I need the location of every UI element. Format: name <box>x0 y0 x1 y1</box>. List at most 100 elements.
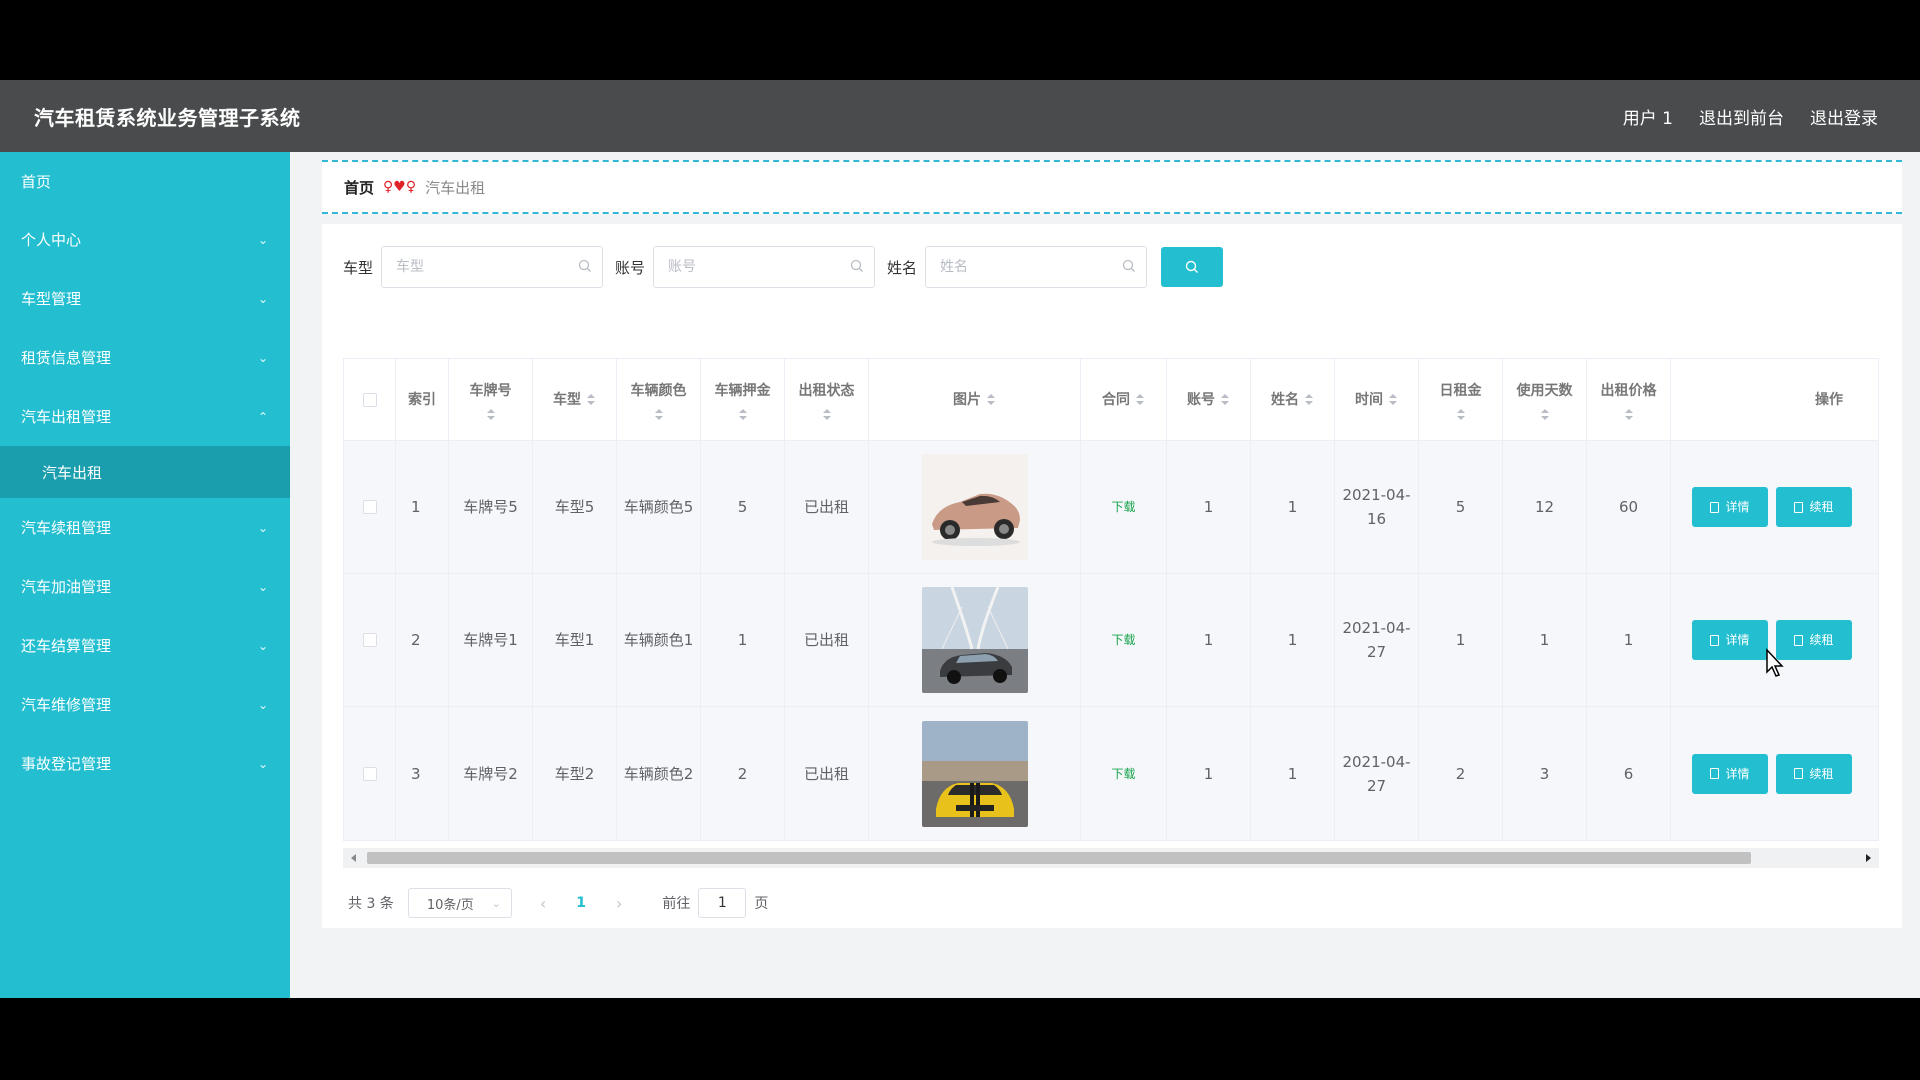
header-contract[interactable]: 合同 <box>1081 359 1167 440</box>
renew-button[interactable]: 续租 <box>1776 753 1852 794</box>
scrollbar-thumb[interactable] <box>367 852 1751 864</box>
cell-ops: 详情 续租 <box>1671 441 1873 573</box>
cell-model: 车型5 <box>533 441 617 573</box>
model-search-input[interactable] <box>382 247 603 287</box>
cell-plate: 车牌号5 <box>449 441 533 573</box>
download-link[interactable]: 下载 <box>1111 495 1135 519</box>
row-checkbox[interactable] <box>362 633 377 647</box>
name-search-input[interactable] <box>926 247 1147 287</box>
search-icon <box>1185 260 1199 273</box>
account-search-input[interactable] <box>654 247 875 287</box>
scroll-right-icon[interactable] <box>1866 854 1871 862</box>
sidebar-item-repair[interactable]: 汽车维修管理 ⌄ <box>0 675 290 734</box>
page-number-current[interactable]: 1 <box>576 895 586 911</box>
sidebar-item-rental-info[interactable]: 租赁信息管理 ⌄ <box>0 328 290 387</box>
chevron-up-icon: ⌃ <box>257 409 268 424</box>
document-icon <box>1710 634 1720 646</box>
header-daily[interactable]: 日租金 <box>1419 359 1503 440</box>
sort-icon[interactable] <box>738 408 748 421</box>
page-size-select[interactable]: 10条/页 ⌄ <box>407 888 512 918</box>
sidebar-item-accident[interactable]: 事故登记管理 ⌄ <box>0 734 290 793</box>
header-image[interactable]: 图片 <box>869 359 1081 440</box>
header-actions: 用户 1 退出到前台 退出登录 <box>1623 104 1878 129</box>
header-deposit[interactable]: 车辆押金 <box>701 359 785 440</box>
sidebar-item-renewal[interactable]: 汽车续租管理 ⌄ <box>0 498 290 557</box>
sidebar-subitem-car-rental[interactable]: 汽车出租 <box>0 446 290 498</box>
car-image[interactable] <box>921 454 1028 560</box>
cell-daily: 2 <box>1419 707 1503 840</box>
sort-icon[interactable] <box>1304 393 1314 406</box>
sort-icon[interactable] <box>822 408 832 421</box>
sort-icon[interactable] <box>986 393 996 406</box>
detail-button[interactable]: 详情 <box>1692 487 1768 527</box>
sort-icon[interactable] <box>586 393 596 406</box>
cell-index: 1 <box>396 441 449 573</box>
renew-button[interactable]: 续租 <box>1776 487 1852 527</box>
row-checkbox-cell <box>344 574 396 706</box>
sidebar-item-return-settle[interactable]: 还车结算管理 ⌄ <box>0 616 290 675</box>
renew-button[interactable]: 续租 <box>1776 620 1852 660</box>
sort-icon[interactable] <box>1456 408 1466 421</box>
header-status[interactable]: 出租状态 <box>785 359 869 440</box>
model-search-field <box>381 246 604 288</box>
goto-page-input[interactable]: 1 <box>698 888 747 918</box>
cell-account: 1 <box>1167 441 1251 573</box>
chevron-down-icon: ⌄ <box>257 638 268 653</box>
header-account[interactable]: 账号 <box>1167 359 1251 440</box>
sort-icon[interactable] <box>1135 393 1145 406</box>
sidebar-subitem-label: 汽车出租 <box>42 463 103 482</box>
user-link[interactable]: 用户 1 <box>1623 104 1673 129</box>
chevron-down-icon: ⌄ <box>257 291 268 306</box>
next-page-icon[interactable]: › <box>616 894 622 913</box>
header-model[interactable]: 车型 <box>533 359 617 440</box>
sort-icon[interactable] <box>654 408 664 421</box>
exit-front-link[interactable]: 退出到前台 <box>1699 104 1784 129</box>
sidebar-item-car-rental[interactable]: 汽车出租管理 ⌃ <box>0 387 290 446</box>
cell-time: 2021-04-27 <box>1335 707 1419 840</box>
header-days[interactable]: 使用天数 <box>1503 359 1587 440</box>
cell-name: 1 <box>1251 707 1335 840</box>
model-search-label: 车型 <box>343 258 374 277</box>
row-checkbox[interactable] <box>362 500 377 514</box>
scroll-left-icon[interactable] <box>351 854 356 862</box>
breadcrumb-home[interactable]: 首页 <box>344 177 374 198</box>
sort-icon[interactable] <box>486 408 496 421</box>
horizontal-scrollbar[interactable] <box>343 848 1879 868</box>
logout-link[interactable]: 退出登录 <box>1810 104 1878 129</box>
sort-icon[interactable] <box>1624 408 1634 421</box>
cell-plate: 车牌号1 <box>449 574 533 706</box>
detail-button[interactable]: 详情 <box>1692 620 1768 660</box>
sidebar-item-label: 事故登记管理 <box>21 755 112 773</box>
sort-icon[interactable] <box>1388 393 1398 406</box>
sidebar-item-personal[interactable]: 个人中心 ⌄ <box>0 210 290 269</box>
search-button[interactable] <box>1161 247 1224 287</box>
header-price[interactable]: 出租价格 <box>1587 359 1671 440</box>
cell-daily: 5 <box>1419 441 1503 573</box>
detail-button[interactable]: 详情 <box>1692 753 1768 794</box>
car-image[interactable] <box>921 720 1028 827</box>
cell-contract: 下载 <box>1081 574 1167 706</box>
header-plate[interactable]: 车牌号 <box>449 359 533 440</box>
sidebar-item-label: 租赁信息管理 <box>21 349 112 367</box>
download-link[interactable]: 下载 <box>1111 628 1135 652</box>
sidebar-item-refuel[interactable]: 汽车加油管理 ⌄ <box>0 557 290 616</box>
row-checkbox[interactable] <box>362 766 377 781</box>
cell-ops: 详情 续租 <box>1671 574 1873 706</box>
car-image[interactable] <box>921 587 1028 693</box>
sort-icon[interactable] <box>1540 408 1550 421</box>
chevron-down-icon: ⌄ <box>257 520 268 535</box>
cell-daily: 1 <box>1419 574 1503 706</box>
table-header-row: 索引 车牌号 车型 车辆颜色 车辆押金 出租状态 图片 合同 账号 姓名 时间 … <box>344 359 1878 441</box>
header-name[interactable]: 姓名 <box>1251 359 1335 440</box>
download-link[interactable]: 下载 <box>1111 762 1135 786</box>
sidebar-item-home[interactable]: 首页 <box>0 152 290 210</box>
search-bar: 车型 账号 姓名 <box>343 246 1224 288</box>
sidebar-item-car-models[interactable]: 车型管理 ⌄ <box>0 269 290 328</box>
cell-image <box>869 574 1081 706</box>
sort-icon[interactable] <box>1220 393 1230 406</box>
prev-page-icon[interactable]: ‹ <box>540 894 546 913</box>
select-all-checkbox[interactable] <box>362 392 377 407</box>
cell-plate: 车牌号2 <box>449 707 533 840</box>
header-color[interactable]: 车辆颜色 <box>617 359 701 440</box>
header-time[interactable]: 时间 <box>1335 359 1419 440</box>
